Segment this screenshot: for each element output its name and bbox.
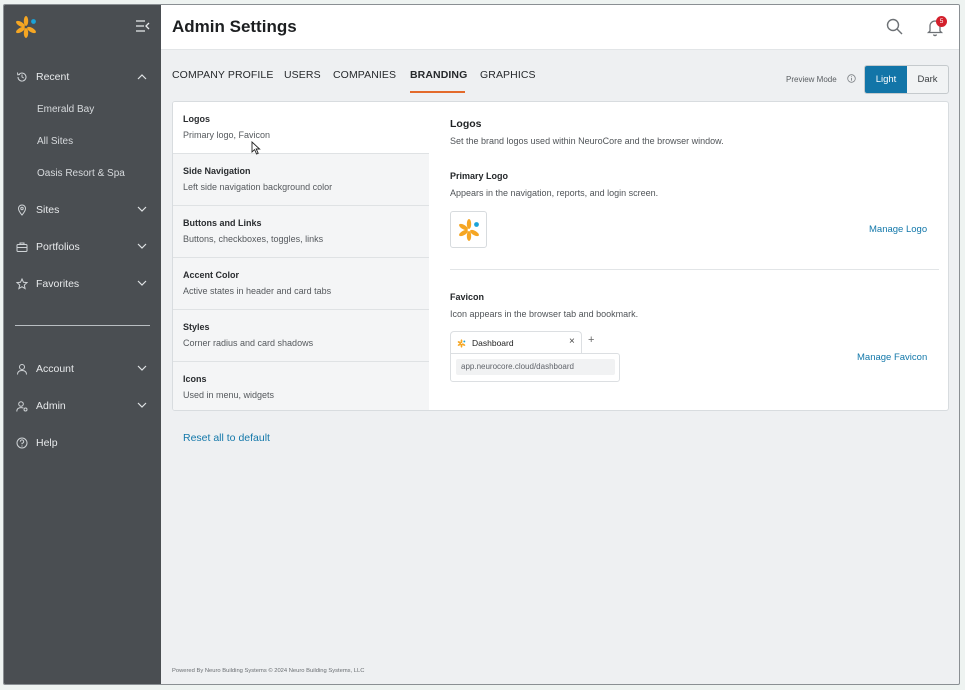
mouse-cursor-icon xyxy=(251,141,261,155)
favicon-browser-preview: Dashboard × + app.neurocore.cloud/dashbo… xyxy=(450,331,620,383)
sidebar-item-label: Recent xyxy=(36,71,70,83)
manage-logo-link[interactable]: Manage Logo xyxy=(869,224,927,235)
chevron-down-icon[interactable] xyxy=(137,365,147,372)
primary-logo-title: Primary Logo xyxy=(450,171,509,181)
menu-item-logos[interactable]: Logos Primary logo, Favicon xyxy=(173,102,429,154)
top-header: Admin Settings 5 xyxy=(161,5,959,50)
branding-settings-menu: Logos Primary logo, Favicon Side Navigat… xyxy=(173,102,429,410)
menu-item-buttons-links[interactable]: Buttons and Links Buttons, checkboxes, t… xyxy=(173,206,429,258)
sidebar-item-recent[interactable]: Recent xyxy=(4,62,161,92)
section-divider xyxy=(450,269,939,270)
browser-url: app.neurocore.cloud/dashboard xyxy=(456,359,615,375)
tab-branding[interactable]: BRANDING xyxy=(410,69,467,81)
info-icon[interactable] xyxy=(847,74,856,83)
app-window: Recent Emerald Bay All Sites Oasis Resor… xyxy=(3,4,960,685)
plus-icon: + xyxy=(588,334,595,346)
favicon-title: Favicon xyxy=(450,292,485,302)
sidebar-item-favorites[interactable]: Favorites xyxy=(4,269,161,299)
menu-item-title: Buttons and Links xyxy=(183,218,262,228)
chevron-down-icon[interactable] xyxy=(137,280,147,287)
menu-item-title: Styles xyxy=(183,322,210,332)
favicon-icon xyxy=(457,339,466,348)
primary-logo-description: Appears in the navigation, reports, and … xyxy=(450,188,659,198)
light-mode-button[interactable]: Light xyxy=(865,66,907,93)
menu-item-styles[interactable]: Styles Corner radius and card shadows xyxy=(173,310,429,362)
search-icon[interactable] xyxy=(886,18,903,35)
menu-item-subtitle: Primary logo, Favicon xyxy=(183,130,271,140)
menu-item-title: Accent Color xyxy=(183,270,240,280)
dark-mode-button[interactable]: Dark xyxy=(907,66,948,93)
manage-favicon-link[interactable]: Manage Favicon xyxy=(857,352,927,363)
preview-mode-label: Preview Mode xyxy=(786,75,837,84)
chevron-down-icon[interactable] xyxy=(137,206,147,213)
panel-title: Logos xyxy=(450,118,482,130)
chevron-up-icon[interactable] xyxy=(137,73,147,80)
tab-users[interactable]: USERS xyxy=(284,69,321,81)
tab-graphics[interactable]: GRAPHICS xyxy=(480,69,536,81)
sidebar-item-portfolios[interactable]: Portfolios xyxy=(4,232,161,262)
preview-mode-toggle: Light Dark xyxy=(864,65,949,94)
sidebar-item-label: Account xyxy=(36,363,74,375)
sidebar-recent-all-sites[interactable]: All Sites xyxy=(37,136,73,147)
active-tab-indicator xyxy=(410,91,465,93)
sidebar-item-label: Admin xyxy=(36,400,66,412)
help-circle-icon xyxy=(16,437,28,449)
menu-item-subtitle: Left side navigation background color xyxy=(183,182,333,192)
tab-company-profile[interactable]: COMPANY PROFILE xyxy=(172,69,273,81)
menu-item-title: Icons xyxy=(183,374,207,384)
notification-badge: 5 xyxy=(936,16,947,27)
sidebar-recent-emerald-bay[interactable]: Emerald Bay xyxy=(37,104,94,115)
menu-item-side-navigation[interactable]: Side Navigation Left side navigation bac… xyxy=(173,154,429,206)
collapse-menu-icon[interactable] xyxy=(136,20,150,32)
sidebar-item-label: Favorites xyxy=(36,278,80,290)
favicon-description: Icon appears in the browser tab and book… xyxy=(450,309,639,319)
briefcase-icon xyxy=(16,242,28,252)
sidebar-divider xyxy=(15,325,150,326)
sidebar: Recent Emerald Bay All Sites Oasis Resor… xyxy=(4,5,161,684)
history-icon xyxy=(17,72,27,82)
tab-companies[interactable]: COMPANIES xyxy=(333,69,396,81)
chevron-down-icon[interactable] xyxy=(137,243,147,250)
browser-tab-label: Dashboard xyxy=(472,338,514,348)
menu-item-accent-color[interactable]: Accent Color Active states in header and… xyxy=(173,258,429,310)
menu-item-icons[interactable]: Icons Used in menu, widgets xyxy=(173,362,429,410)
primary-logo-preview xyxy=(450,211,487,248)
chevron-down-icon[interactable] xyxy=(137,402,147,409)
sidebar-recent-oasis-resort[interactable]: Oasis Resort & Spa xyxy=(37,168,125,179)
menu-item-subtitle: Used in menu, widgets xyxy=(183,390,275,400)
branding-card: Logos Primary logo, Favicon Side Navigat… xyxy=(172,101,949,411)
page-title: Admin Settings xyxy=(172,17,297,36)
brand-logo xyxy=(459,219,479,241)
menu-item-subtitle: Corner radius and card shadows xyxy=(183,338,314,348)
logos-panel: Logos Set the brand logos used within Ne… xyxy=(450,102,945,410)
brand-logo[interactable] xyxy=(14,15,38,39)
footer-text: Powered By Neuro Building Systems © 2024… xyxy=(172,668,365,674)
menu-item-title: Side Navigation xyxy=(183,166,251,176)
close-icon: × xyxy=(569,336,575,347)
sidebar-item-label: Sites xyxy=(36,204,60,216)
sidebar-item-sites[interactable]: Sites xyxy=(4,195,161,225)
menu-item-subtitle: Active states in header and card tabs xyxy=(183,286,332,296)
reset-all-link[interactable]: Reset all to default xyxy=(183,432,270,444)
panel-description: Set the brand logos used within NeuroCor… xyxy=(450,136,724,146)
star-icon xyxy=(16,278,28,290)
browser-tab: Dashboard × xyxy=(450,331,582,354)
location-pin-icon xyxy=(17,204,27,216)
sidebar-item-help[interactable]: Help xyxy=(4,428,161,458)
sidebar-item-admin[interactable]: Admin xyxy=(4,391,161,421)
sidebar-item-label: Portfolios xyxy=(36,241,80,253)
menu-item-subtitle: Buttons, checkboxes, toggles, links xyxy=(183,234,324,244)
menu-item-title: Logos xyxy=(183,114,210,124)
admin-user-icon xyxy=(16,401,28,412)
sidebar-item-account[interactable]: Account xyxy=(4,354,161,384)
user-icon xyxy=(17,364,27,375)
browser-address-bar: app.neurocore.cloud/dashboard xyxy=(450,353,620,382)
sidebar-item-label: Help xyxy=(36,437,58,449)
